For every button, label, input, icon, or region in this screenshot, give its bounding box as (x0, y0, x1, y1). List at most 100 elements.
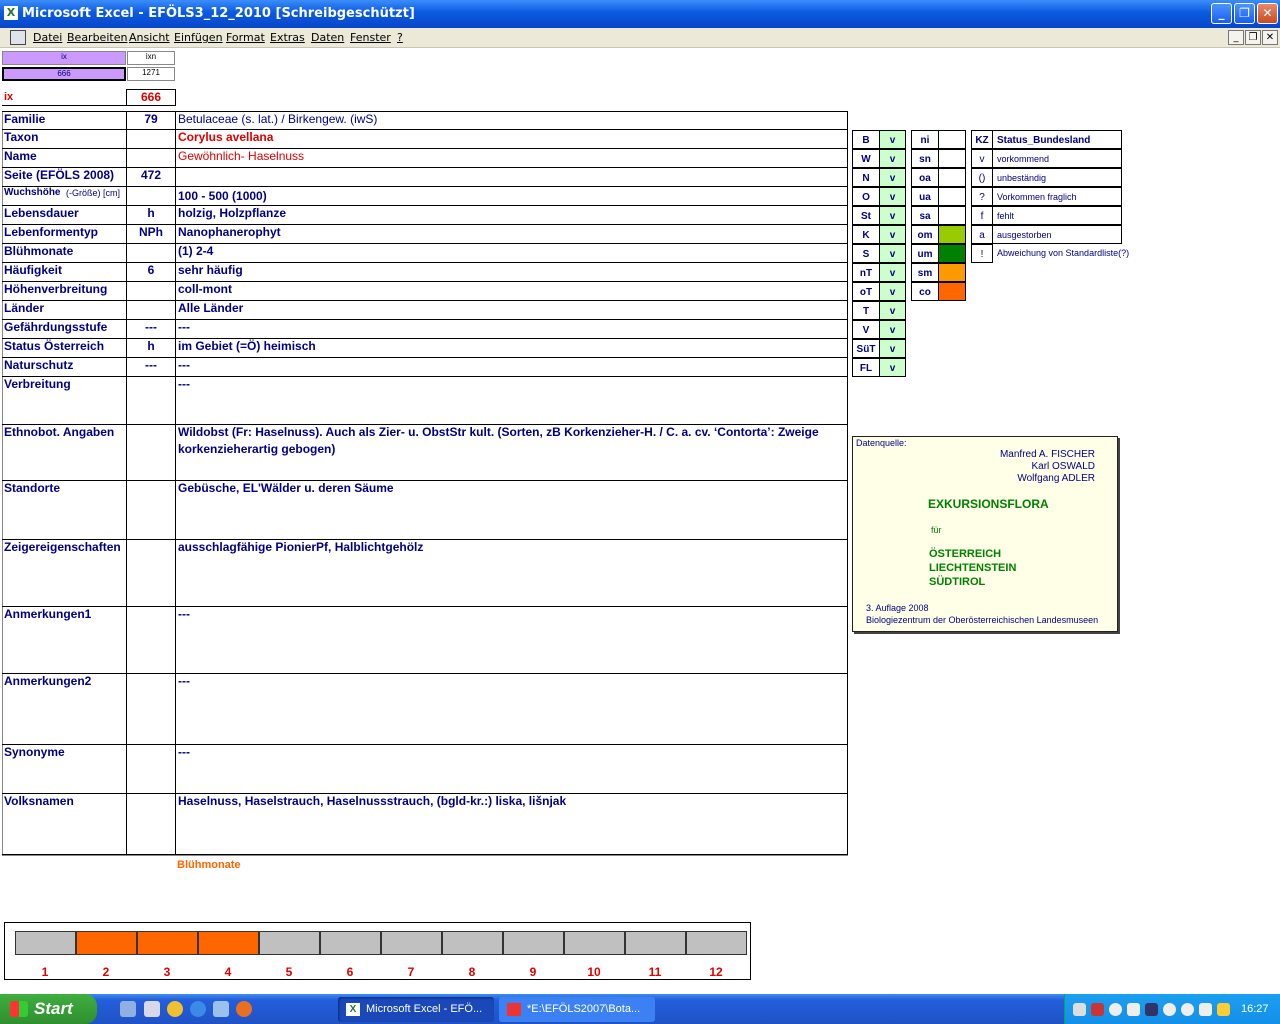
menu-datei[interactable]: Datei (33, 31, 62, 44)
month-bar[interactable] (320, 931, 381, 955)
row-value[interactable]: Wildobst (Fr: Haselnuss). Auch als Zier-… (178, 425, 844, 439)
bundesland-code[interactable]: oT (852, 282, 880, 301)
bundesland-code[interactable]: K (852, 225, 880, 244)
ix-big-cell[interactable]: 666 (126, 89, 176, 106)
row-label[interactable]: Seite (EFÖLS 2008) (4, 168, 114, 182)
row-value[interactable]: im Gebiet (=Ö) heimisch (178, 339, 844, 353)
info-icon[interactable] (1181, 1003, 1194, 1016)
bundesland-code[interactable]: W (852, 149, 880, 168)
row-label[interactable]: Naturschutz (4, 358, 73, 372)
bundesland-status[interactable]: v (879, 244, 906, 263)
row-value[interactable]: sehr häufig (178, 263, 844, 277)
row-code[interactable]: --- (127, 320, 175, 334)
start-button[interactable]: Start (0, 994, 97, 1024)
update-icon[interactable] (1217, 1003, 1230, 1016)
altitude-color-cell[interactable] (938, 206, 966, 225)
firefox-icon[interactable] (236, 1001, 252, 1017)
row-code[interactable]: h (127, 339, 175, 353)
printer-icon[interactable] (1127, 1003, 1140, 1016)
explorer-icon[interactable] (144, 1001, 160, 1017)
row-value[interactable]: --- (178, 745, 844, 759)
menu-format[interactable]: Format (226, 31, 265, 44)
row-label[interactable]: Gefährdungsstufe (4, 320, 107, 334)
menu-ansicht[interactable]: Ansicht (129, 31, 170, 44)
row-value[interactable]: coll-mont (178, 282, 844, 296)
row-label[interactable]: Zeigereigenschaften (4, 540, 121, 554)
month-bar[interactable] (625, 931, 686, 955)
row-value-line2[interactable]: korkenzieherartig gebogen) (178, 442, 844, 456)
row-label[interactable]: Anmerkungen2 (4, 674, 91, 688)
row-label[interactable]: Anmerkungen1 (4, 607, 91, 621)
altitude-code[interactable]: ni (911, 130, 939, 149)
altitude-color-cell[interactable] (938, 263, 966, 282)
row-value[interactable]: Betulaceae (s. lat.) / Birkengew. (iwS) (178, 112, 844, 126)
row-label[interactable]: Höhenverbreitung (4, 282, 107, 296)
row-label[interactable]: Häufigkeit (4, 263, 62, 277)
row-value[interactable]: Gebüsche, EL'Wälder u. deren Säume (178, 481, 844, 495)
month-bar[interactable] (15, 931, 76, 955)
ixn-header-cell[interactable]: ixn (127, 51, 175, 65)
task-excel[interactable]: X Microsoft Excel - EFÖ... (338, 997, 494, 1022)
row-code[interactable]: 79 (127, 112, 175, 126)
doc-restore-button[interactable]: ❐ (1245, 30, 1261, 45)
shield-icon[interactable] (1145, 1003, 1158, 1016)
bundesland-code[interactable]: St (852, 206, 880, 225)
row-value[interactable]: Gewöhnlich- Haselnuss (178, 149, 844, 163)
row-code[interactable]: --- (127, 358, 175, 372)
row-value[interactable]: 100 - 500 (1000) (178, 189, 844, 203)
row-value[interactable]: (1) 2-4 (178, 244, 844, 258)
search-icon[interactable] (1109, 1003, 1122, 1016)
row-label[interactable]: Status Österreich (4, 339, 104, 353)
row-value[interactable]: Nanophanerophyt (178, 225, 844, 239)
ix-value-cell[interactable]: 666 (2, 67, 126, 81)
bundesland-code[interactable]: N (852, 168, 880, 187)
row-label[interactable]: Synonyme (4, 745, 65, 759)
row-label[interactable]: Blühmonate (4, 244, 73, 258)
menu-fenster[interactable]: Fenster (350, 31, 391, 44)
altitude-code[interactable]: sn (911, 149, 939, 168)
month-bar[interactable] (381, 931, 442, 955)
row-label[interactable]: Standorte (4, 481, 60, 495)
bundesland-code[interactable]: O (852, 187, 880, 206)
month-bar[interactable] (686, 931, 747, 955)
altitude-color-cell[interactable] (938, 187, 966, 206)
row-code[interactable]: h (127, 206, 175, 220)
row-code[interactable]: 6 (127, 263, 175, 277)
row-label[interactable]: Länder (4, 301, 44, 315)
volume-icon[interactable] (1163, 1003, 1176, 1016)
row-label[interactable]: Lebenformentyp (4, 225, 98, 239)
row-value[interactable]: --- (178, 358, 844, 372)
bundesland-status[interactable]: v (879, 168, 906, 187)
row-label[interactable]: Lebensdauer (4, 206, 79, 220)
row-value[interactable]: holzig, Holzpflanze (178, 206, 844, 220)
antivirus-icon[interactable] (1091, 1003, 1104, 1016)
bundesland-code[interactable]: B (852, 130, 880, 149)
excel-icon[interactable]: X (4, 6, 18, 20)
row-value[interactable]: Corylus avellana (178, 130, 844, 144)
altitude-color-cell[interactable] (938, 168, 966, 187)
worksheet[interactable]: ix ixn 666 1271 ix 666 Familie 79 Betulace… (0, 48, 1280, 990)
row-value[interactable]: --- (178, 377, 844, 391)
row-label[interactable]: Familie (4, 112, 45, 126)
bundesland-status[interactable]: v (879, 206, 906, 225)
altitude-color-cell[interactable] (938, 225, 966, 244)
bundesland-status[interactable]: v (879, 225, 906, 244)
ix-header-cell[interactable]: ix (2, 51, 126, 65)
altitude-code[interactable]: om (911, 225, 939, 244)
menu-help[interactable]: ? (397, 31, 403, 44)
row-value[interactable]: --- (178, 674, 844, 688)
altitude-code[interactable]: co (911, 282, 939, 301)
altitude-code[interactable]: um (911, 244, 939, 263)
month-bar[interactable] (503, 931, 564, 955)
bundesland-code[interactable]: FL (852, 358, 880, 377)
altitude-code[interactable]: sa (911, 206, 939, 225)
row-value[interactable]: ausschlagfähige PionierPf, Halblichtgehö… (178, 540, 844, 554)
row-code[interactable]: NPh (127, 225, 175, 239)
month-bar[interactable] (76, 931, 137, 955)
restore-button[interactable]: ❐ (1234, 3, 1255, 24)
bundesland-status[interactable]: v (879, 301, 906, 320)
bundesland-code[interactable]: T (852, 301, 880, 320)
internet-explorer-icon[interactable] (190, 1001, 206, 1017)
altitude-color-cell[interactable] (938, 244, 966, 263)
altitude-code[interactable]: sm (911, 263, 939, 282)
